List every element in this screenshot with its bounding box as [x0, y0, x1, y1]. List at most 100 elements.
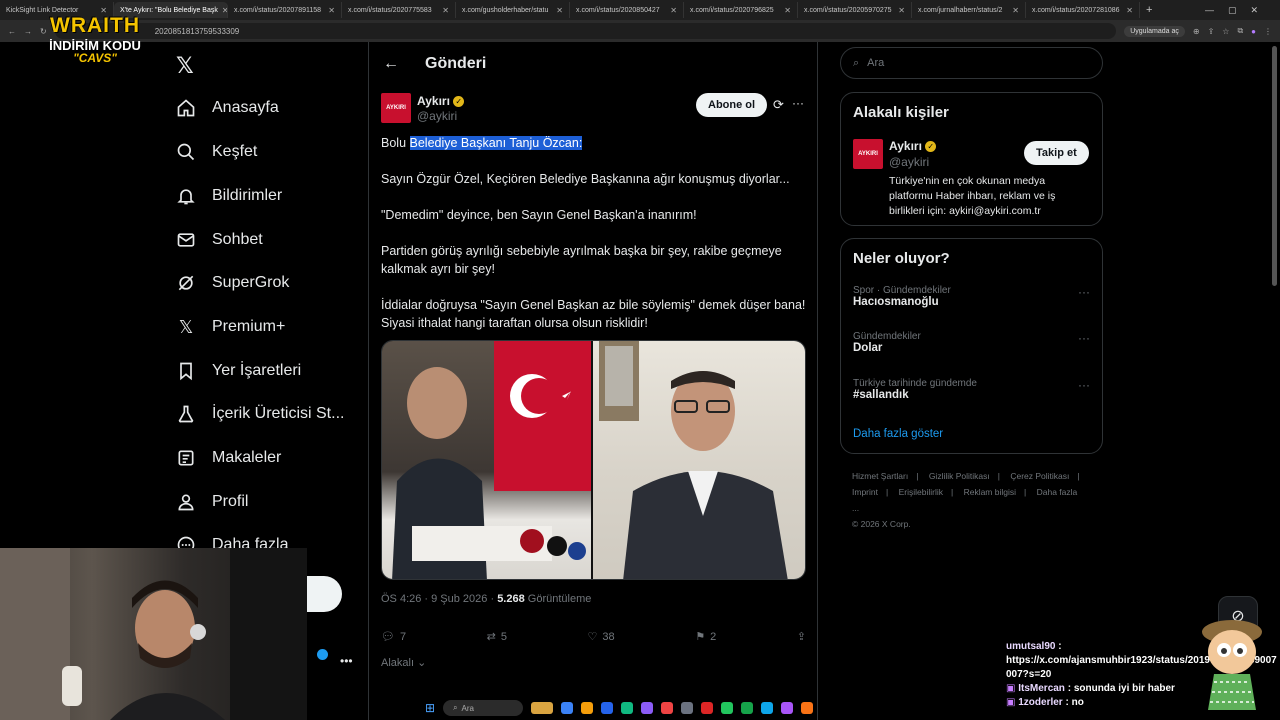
footer-link[interactable]: Imprint — [852, 487, 878, 497]
browser-tab[interactable]: x.com/i/status/2020850427 ✕ — [570, 2, 684, 18]
share-icon[interactable]: ⇪ — [1208, 27, 1215, 36]
browser-tab[interactable]: x.com/gusholderhaber/statu ✕ — [456, 2, 570, 18]
trend-more-icon[interactable]: ··· — [1078, 331, 1090, 345]
nav-item-profile[interactable]: Profil — [176, 492, 248, 512]
menu-icon[interactable]: ⋮ — [1264, 27, 1272, 36]
taskbar-app-icon[interactable] — [681, 702, 694, 714]
browser-tab[interactable]: x.com/jurnalhaberr/status/2 ✕ — [912, 2, 1026, 18]
taskbar-app-icon[interactable] — [781, 702, 794, 714]
nav-item-explore[interactable]: Keşfet — [176, 142, 257, 162]
browser-tab[interactable]: x.com/i/status/2020796825 ✕ — [684, 2, 798, 18]
trend-item[interactable]: Gündemdekiler Dolar — [853, 331, 921, 354]
subscribe-button[interactable]: Abone ol — [696, 93, 768, 117]
footer-link[interactable]: Çerez Politikası — [1010, 471, 1069, 481]
profile-icon[interactable]: ● — [1251, 27, 1256, 36]
page-title: Gönderi — [425, 55, 487, 72]
nav-item-supergrok[interactable]: SuperGrok — [176, 273, 289, 293]
author-avatar[interactable]: AYKIRI — [381, 93, 411, 123]
extensions-icon[interactable]: ⧉ — [1237, 26, 1243, 36]
account-menu-icon[interactable]: ••• — [340, 654, 353, 668]
trend-name: Dolar — [853, 342, 883, 354]
nav-item-home[interactable]: Anasayfa — [176, 98, 279, 118]
sponsor-brand: WRAITH — [50, 14, 140, 37]
post-time[interactable]: ÖS 4:26 · 9 Şub 2026 · — [381, 593, 497, 605]
author-name-row[interactable]: Aykırı ✓ — [417, 94, 465, 108]
taskbar-app-icon[interactable] — [801, 702, 814, 714]
taskbar-app-icon[interactable] — [641, 702, 654, 714]
taskbar-app-icon[interactable] — [721, 702, 734, 714]
trend-more-icon[interactable]: ··· — [1078, 378, 1090, 392]
related-name-row[interactable]: Aykırı ✓ — [889, 139, 937, 153]
taskbar-app-icon[interactable] — [761, 702, 774, 714]
like-button[interactable]: ♡ 38 — [588, 630, 615, 644]
taskbar-search-label: Ara — [461, 703, 474, 713]
related-avatar[interactable]: AYKIRI — [853, 139, 883, 169]
bookmark-button[interactable]: ⚑ 2 — [695, 630, 716, 644]
close-icon[interactable]: ✕ — [556, 6, 563, 15]
url-field[interactable]: 2020851813759533309 — [54, 23, 1117, 39]
photo-left[interactable] — [382, 341, 593, 579]
nav-item-premium[interactable]: 𝕏 Premium+ — [176, 317, 286, 337]
forward-icon[interactable]: → — [24, 27, 32, 36]
taskbar-search[interactable]: ⌕ Ara — [443, 700, 524, 716]
taskbar-app-icon[interactable] — [741, 702, 754, 714]
reply-button[interactable]: 💬︎ 7 — [381, 630, 406, 644]
browser-tab[interactable]: x.com/i/status/20205970275 ✕ — [798, 2, 912, 18]
window-controls[interactable]: —▢✕ — [1205, 5, 1272, 16]
close-icon[interactable]: ✕ — [670, 6, 677, 15]
taskbar-app-icon[interactable] — [581, 702, 594, 714]
taskbar-app-icon[interactable] — [531, 702, 554, 714]
tab-title: x.com/i/status/2020775583 — [348, 6, 432, 14]
trend-item[interactable]: Spor · Gündemdekiler Hacıosmanoğlu — [853, 285, 951, 308]
close-icon[interactable]: ✕ — [442, 6, 449, 15]
nav-item-bookmarks[interactable]: Yer İşaretleri — [176, 361, 301, 381]
page-scrollbar[interactable] — [1272, 46, 1277, 286]
footer-link[interactable]: Erişilebilirlik — [899, 487, 943, 497]
grok-icon[interactable]: ⟳ — [773, 97, 784, 113]
close-icon[interactable]: ✕ — [1126, 6, 1133, 15]
new-tab-icon[interactable]: + — [1146, 4, 1152, 16]
open-in-app-button[interactable]: Uygulamada aç — [1124, 25, 1185, 37]
windows-start-icon[interactable]: ⊞ — [425, 701, 435, 715]
trend-name: #sallandık — [853, 389, 909, 401]
browser-tab[interactable]: x.com/i/status/20207891158 ✕ — [228, 2, 342, 18]
post-paragraph: Partiden görüş ayrılığı sebebiyle ayrılm… — [381, 244, 782, 276]
zoom-icon[interactable]: ⊕ — [1193, 27, 1200, 36]
footer-link[interactable]: Hizmet Şartları — [852, 471, 908, 481]
browser-tab[interactable]: x.com/i/status/2020775583 ✕ — [342, 2, 456, 18]
post-media[interactable] — [381, 340, 806, 580]
follow-button[interactable]: Takip et — [1024, 141, 1089, 165]
more-options-icon[interactable]: ··· — [792, 96, 804, 110]
footer-links: Hizmet Şartları | Gizlilik Politikası | Çe… — [852, 471, 1080, 529]
trend-more-icon[interactable]: ··· — [1078, 285, 1090, 299]
taskbar-app-icon[interactable] — [601, 702, 614, 714]
nav-item-messages[interactable]: Sohbet — [176, 230, 263, 250]
close-icon[interactable]: ✕ — [1012, 6, 1019, 15]
taskbar-app-icon[interactable] — [561, 702, 574, 714]
browser-tab[interactable]: x.com/i/status/20207281086 ✕ — [1026, 2, 1140, 18]
os-taskbar: ⊞ ⌕ Ara — [425, 697, 865, 719]
taskbar-app-icon[interactable] — [661, 702, 674, 714]
back-arrow-icon[interactable]: ← — [383, 55, 399, 73]
close-icon[interactable]: ✕ — [898, 6, 905, 15]
share-button[interactable]: ⇪ — [797, 630, 806, 643]
back-icon[interactable]: ← — [8, 27, 16, 36]
x-logo-icon[interactable]: 𝕏 — [176, 53, 194, 79]
bell-icon — [176, 186, 196, 206]
nav-item-creator-studio[interactable]: İçerik Üreticisi St... — [176, 404, 344, 424]
search-input[interactable]: ⌕ Ara — [840, 47, 1103, 79]
trend-item[interactable]: Türkiye tarihinde gündemde #sallandık — [853, 378, 977, 401]
star-icon[interactable]: ☆ — [1222, 27, 1229, 36]
taskbar-app-icon[interactable] — [701, 702, 714, 714]
show-more-link[interactable]: Daha fazla göster — [853, 428, 943, 440]
footer-link[interactable]: Gizlilik Politikası — [929, 471, 990, 481]
photo-right[interactable] — [593, 341, 805, 579]
close-icon[interactable]: ✕ — [784, 6, 791, 15]
footer-link[interactable]: Reklam bilgisi — [964, 487, 1016, 497]
taskbar-app-icon[interactable] — [621, 702, 634, 714]
nav-item-articles[interactable]: Makaleler — [176, 448, 281, 468]
repost-button[interactable]: ⇄ 5 — [487, 630, 507, 644]
nav-item-notifications[interactable]: Bildirimler — [176, 186, 282, 206]
replies-sort-dropdown[interactable]: Alakalı ⌄ — [381, 656, 426, 669]
close-icon[interactable]: ✕ — [328, 6, 335, 15]
